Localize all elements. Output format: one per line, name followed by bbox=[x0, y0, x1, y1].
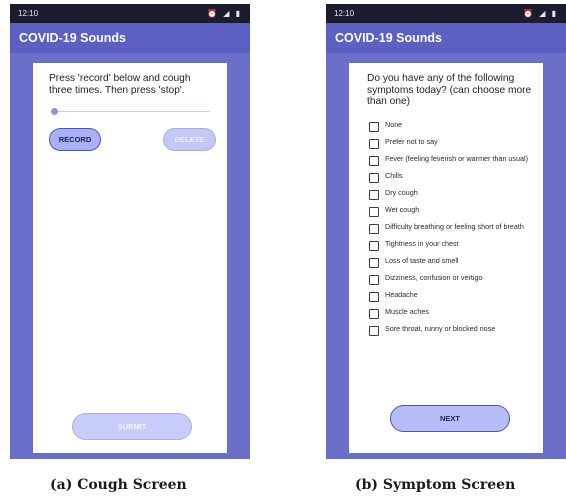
recording-progress-track bbox=[53, 111, 210, 112]
status-icons: ⏰ ◢ ▮ bbox=[523, 9, 558, 18]
symptom-option[interactable]: Dry cough bbox=[369, 189, 539, 200]
symptom-label: Fever (feeling feverish or warmer than u… bbox=[385, 154, 529, 163]
symptom-option[interactable]: Headache bbox=[369, 291, 539, 302]
checkbox[interactable] bbox=[369, 224, 379, 234]
symptom-label: Wet cough bbox=[385, 205, 420, 214]
symptom-label: Loss of taste and smell bbox=[385, 256, 459, 265]
recording-progress-thumb[interactable] bbox=[51, 108, 58, 115]
symptom-option[interactable]: Sore throat, runny or blocked nose bbox=[369, 325, 539, 336]
checkbox[interactable] bbox=[369, 258, 379, 268]
symptom-label: Dizziness, confusion or vertigo bbox=[385, 273, 483, 282]
app-bar: COVID-19 Sounds bbox=[10, 23, 250, 53]
submit-button[interactable]: SUBMIT bbox=[72, 413, 192, 440]
app-bar: COVID-19 Sounds bbox=[326, 23, 566, 53]
checkbox[interactable] bbox=[369, 156, 379, 166]
status-bar: 12:10 ⏰ ◢ ▮ bbox=[326, 4, 566, 23]
symptom-option[interactable]: Fever (feeling feverish or warmer than u… bbox=[369, 155, 539, 166]
symptom-label: Dry cough bbox=[385, 188, 418, 197]
cough-card: Press 'record' below and cough three tim… bbox=[33, 63, 227, 453]
symptom-label: Muscle aches bbox=[385, 307, 429, 316]
checkbox[interactable] bbox=[369, 326, 379, 336]
checkbox[interactable] bbox=[369, 139, 379, 149]
checkbox[interactable] bbox=[369, 241, 379, 251]
record-button[interactable]: RECORD bbox=[49, 128, 101, 151]
symptom-label: Difficulty breathing or feeling short of… bbox=[385, 222, 524, 231]
symptom-option[interactable]: Wet cough bbox=[369, 206, 539, 217]
figure-caption-b: (b) Symptom Screen bbox=[355, 477, 516, 493]
symptom-screen: 12:10 ⏰ ◢ ▮ COVID-19 Sounds Do you have … bbox=[326, 4, 566, 459]
symptom-option[interactable]: Dizziness, confusion or vertigo bbox=[369, 274, 539, 285]
checkbox[interactable] bbox=[369, 190, 379, 200]
status-bar: 12:10 ⏰ ◢ ▮ bbox=[10, 4, 250, 23]
symptom-label: None bbox=[385, 120, 403, 129]
symptom-label: Chills bbox=[385, 171, 403, 180]
app-title: COVID-19 Sounds bbox=[335, 31, 442, 45]
figure-caption-a: (a) Cough Screen bbox=[50, 477, 187, 493]
status-time: 12:10 bbox=[18, 9, 39, 18]
symptom-option[interactable]: Muscle aches bbox=[369, 308, 539, 319]
status-icons: ⏰ ◢ ▮ bbox=[207, 9, 242, 18]
symptom-label: Tightness in your chest bbox=[385, 239, 459, 248]
symptom-label: Prefer not to say bbox=[385, 137, 438, 146]
symptom-card: Do you have any of the following symptom… bbox=[349, 63, 543, 453]
cough-instructions: Press 'record' below and cough three tim… bbox=[49, 73, 191, 96]
checkbox[interactable] bbox=[369, 173, 379, 183]
symptom-label: Sore throat, runny or blocked nose bbox=[385, 324, 496, 333]
symptom-option[interactable]: None bbox=[369, 121, 539, 132]
checkbox[interactable] bbox=[369, 275, 379, 285]
next-button[interactable]: NEXT bbox=[390, 405, 510, 432]
symptom-list: None Prefer not to say Fever (feeling feve… bbox=[369, 121, 539, 342]
app-title: COVID-19 Sounds bbox=[19, 31, 126, 45]
cough-screen: 12:10 ⏰ ◢ ▮ COVID-19 Sounds Press 'recor… bbox=[10, 4, 250, 459]
checkbox[interactable] bbox=[369, 122, 379, 132]
checkbox[interactable] bbox=[369, 292, 379, 302]
delete-button[interactable]: DELETE bbox=[163, 128, 216, 151]
status-time: 12:10 bbox=[334, 9, 355, 18]
checkbox[interactable] bbox=[369, 207, 379, 217]
symptom-option[interactable]: Loss of taste and smell bbox=[369, 257, 539, 268]
checkbox[interactable] bbox=[369, 309, 379, 319]
symptom-question: Do you have any of the following symptom… bbox=[367, 73, 532, 107]
symptom-option[interactable]: Prefer not to say bbox=[369, 138, 539, 149]
symptom-option[interactable]: Difficulty breathing or feeling short of… bbox=[369, 223, 539, 234]
symptom-option[interactable]: Chills bbox=[369, 172, 539, 183]
symptom-label: Headache bbox=[385, 290, 418, 299]
symptom-option[interactable]: Tightness in your chest bbox=[369, 240, 539, 251]
